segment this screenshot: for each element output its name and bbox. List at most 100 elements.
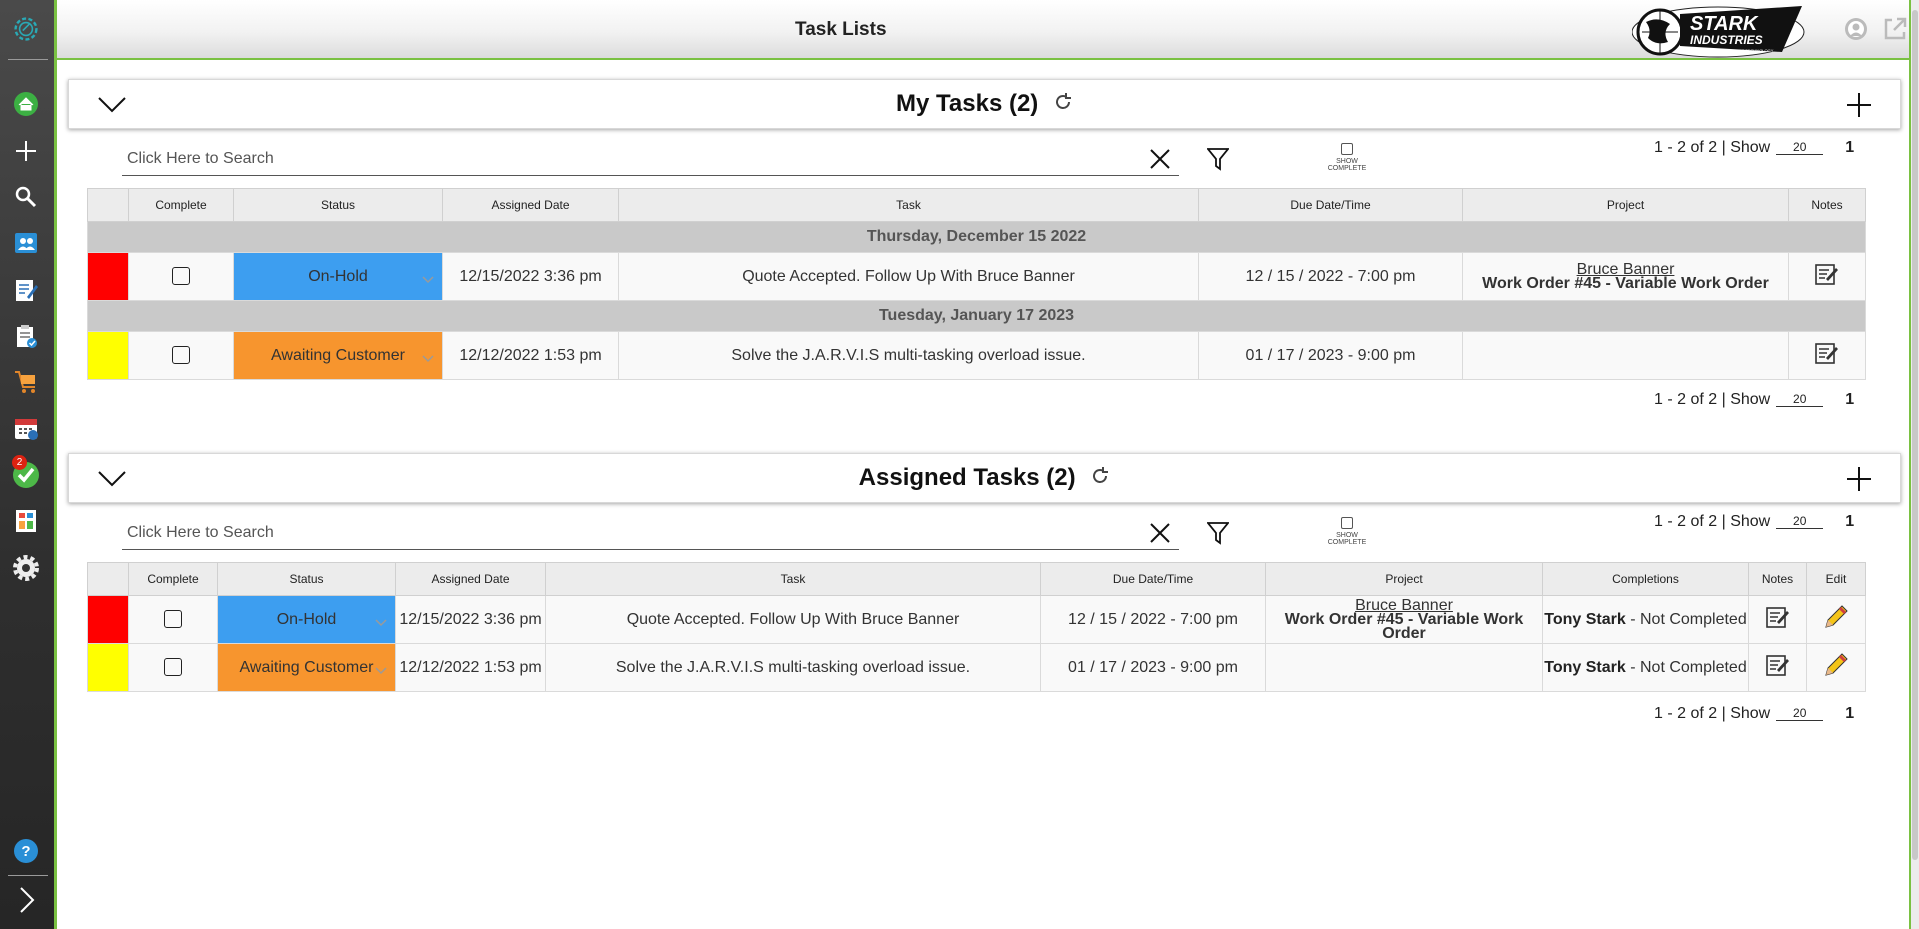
my-tasks-pager-bottom: 1 - 2 of 2 | Show 20 1 <box>1654 391 1854 409</box>
calendar-icon[interactable] <box>10 412 42 444</box>
page-size-input[interactable]: 20 <box>1776 706 1824 722</box>
help-icon[interactable]: ? <box>10 835 42 867</box>
project-cell <box>1462 331 1789 380</box>
date-group-row: Thursday, December 15 2022 <box>87 221 1866 253</box>
task-text[interactable]: Quote Accepted. Follow Up With Bruce Ban… <box>618 252 1199 301</box>
col-header-complete[interactable]: Complete <box>128 562 218 596</box>
col-header-due[interactable]: Due Date/Time <box>1040 562 1266 596</box>
assigned-date: 12/15/2022 3:36 pm <box>442 252 619 301</box>
col-header-assigned-date[interactable]: Assigned Date <box>442 188 619 222</box>
contacts-icon[interactable] <box>10 227 42 259</box>
col-header-task[interactable]: Task <box>545 562 1041 596</box>
notes-cell <box>1748 595 1807 644</box>
filter-icon[interactable] <box>1206 521 1230 550</box>
task-text[interactable]: Solve the J.A.R.V.I.S multi-tasking over… <box>545 643 1041 692</box>
refresh-icon[interactable] <box>1090 465 1110 493</box>
complete-checkbox[interactable] <box>164 610 182 629</box>
clipboard-check-icon[interactable] <box>10 320 42 352</box>
page-number[interactable]: 1 <box>1845 139 1854 157</box>
col-header-status[interactable]: Status <box>217 562 396 596</box>
task-text[interactable]: Solve the J.A.R.V.I.S multi-tasking over… <box>618 331 1199 380</box>
notes-icon[interactable] <box>1814 264 1840 290</box>
priority-indicator <box>87 643 129 692</box>
complete-checkbox[interactable] <box>164 658 182 677</box>
page-number[interactable]: 1 <box>1845 705 1854 723</box>
page-number[interactable]: 1 <box>1845 513 1854 531</box>
clear-search-icon[interactable] <box>1149 522 1171 549</box>
notes-icon[interactable] <box>1765 607 1791 633</box>
col-header-task[interactable]: Task <box>618 188 1199 222</box>
table-row: Awaiting Customer 12/12/2022 1:53 pm Sol… <box>87 331 1866 380</box>
add-task-button[interactable] <box>1846 92 1872 123</box>
show-complete-label: SHOW COMPLETE <box>1327 158 1367 172</box>
complete-cell <box>128 252 234 301</box>
add-assigned-task-button[interactable] <box>1846 466 1872 497</box>
status-select[interactable]: On-Hold <box>233 252 443 301</box>
project-cell: Bruce Banner Work Order #45 - Variable W… <box>1265 595 1543 644</box>
assigned-tasks-header: Assigned Tasks (2) <box>68 453 1901 503</box>
add-icon[interactable] <box>10 135 42 167</box>
show-complete-toggle[interactable]: SHOW COMPLETE <box>1317 517 1377 546</box>
expand-chevron-icon[interactable] <box>10 884 42 916</box>
sidebar-separator <box>8 59 48 60</box>
my-tasks-search-input[interactable] <box>125 146 1089 172</box>
project-work-order: Work Order #45 - Variable Work Order <box>1284 610 1524 642</box>
col-header-project[interactable]: Project <box>1462 188 1789 222</box>
pager-text: 1 - 2 of 2 | Show <box>1654 513 1771 530</box>
my-tasks-title: My Tasks (2) <box>896 90 1039 117</box>
status-label: Awaiting Customer <box>271 346 405 364</box>
status-select[interactable]: Awaiting Customer <box>217 643 396 692</box>
col-header-complete[interactable]: Complete <box>128 188 234 222</box>
col-header-due[interactable]: Due Date/Time <box>1198 188 1463 222</box>
page-size-input[interactable]: 20 <box>1776 140 1824 156</box>
completion-user: Tony Stark <box>1544 610 1626 628</box>
show-complete-checkbox[interactable] <box>1341 143 1353 155</box>
show-complete-toggle[interactable]: SHOW COMPLETE <box>1317 143 1377 172</box>
status-select[interactable]: Awaiting Customer <box>233 331 443 380</box>
edit-pencil-icon[interactable] <box>1822 653 1850 683</box>
status-select[interactable]: On-Hold <box>217 595 396 644</box>
status-label: Awaiting Customer <box>239 658 374 676</box>
status-label: On-Hold <box>276 610 337 628</box>
task-text[interactable]: Quote Accepted. Follow Up With Bruce Ban… <box>545 595 1041 644</box>
svg-text:?: ? <box>21 843 30 860</box>
refresh-icon[interactable] <box>1053 91 1073 119</box>
filter-icon[interactable] <box>1206 147 1230 176</box>
edit-document-icon[interactable] <box>10 274 42 306</box>
home-icon[interactable] <box>10 88 42 120</box>
assigned-tasks-search-input[interactable] <box>125 520 1089 546</box>
logo-tagline: ACTIVE · STARK INDUSTRIES TECHNOLOGY <box>1688 48 1774 53</box>
completion-status: - Not Completed <box>1625 610 1747 628</box>
scrollbar-thumb[interactable] <box>1912 10 1918 860</box>
completion-user: Tony Stark <box>1544 658 1626 676</box>
priority-indicator <box>87 595 129 644</box>
col-header-completions[interactable]: Completions <box>1542 562 1749 596</box>
app-logo-gear-icon[interactable] <box>10 13 42 45</box>
col-header-project[interactable]: Project <box>1265 562 1543 596</box>
edit-cell <box>1806 643 1866 692</box>
page-scrollbar[interactable] <box>1909 0 1919 929</box>
cart-icon[interactable] <box>10 366 42 398</box>
notes-icon[interactable] <box>1765 655 1791 681</box>
show-complete-checkbox[interactable] <box>1341 517 1353 529</box>
user-profile-icon[interactable] <box>1844 17 1868 46</box>
notes-icon[interactable] <box>1814 343 1840 369</box>
reports-icon[interactable] <box>10 505 42 537</box>
complete-checkbox[interactable] <box>172 346 190 365</box>
page-number[interactable]: 1 <box>1845 391 1854 409</box>
popout-window-icon[interactable] <box>1882 16 1908 47</box>
search-icon[interactable] <box>10 181 42 213</box>
assigned-tasks-title: Assigned Tasks (2) <box>858 464 1076 491</box>
settings-gear-icon[interactable] <box>10 552 42 584</box>
project-work-order: Work Order #45 - Variable Work Order <box>1482 274 1769 292</box>
complete-checkbox[interactable] <box>172 267 190 286</box>
notes-cell <box>1748 643 1807 692</box>
page-size-input[interactable]: 20 <box>1776 514 1824 530</box>
col-header-assigned-date[interactable]: Assigned Date <box>395 562 546 596</box>
page-size-input[interactable]: 20 <box>1776 392 1824 408</box>
top-header: Task Lists STARK INDUSTRIES ACTIVE · STA… <box>57 0 1909 60</box>
col-header-status[interactable]: Status <box>233 188 443 222</box>
edit-pencil-icon[interactable] <box>1822 605 1850 635</box>
clear-search-icon[interactable] <box>1149 148 1171 175</box>
complete-cell <box>128 331 234 380</box>
